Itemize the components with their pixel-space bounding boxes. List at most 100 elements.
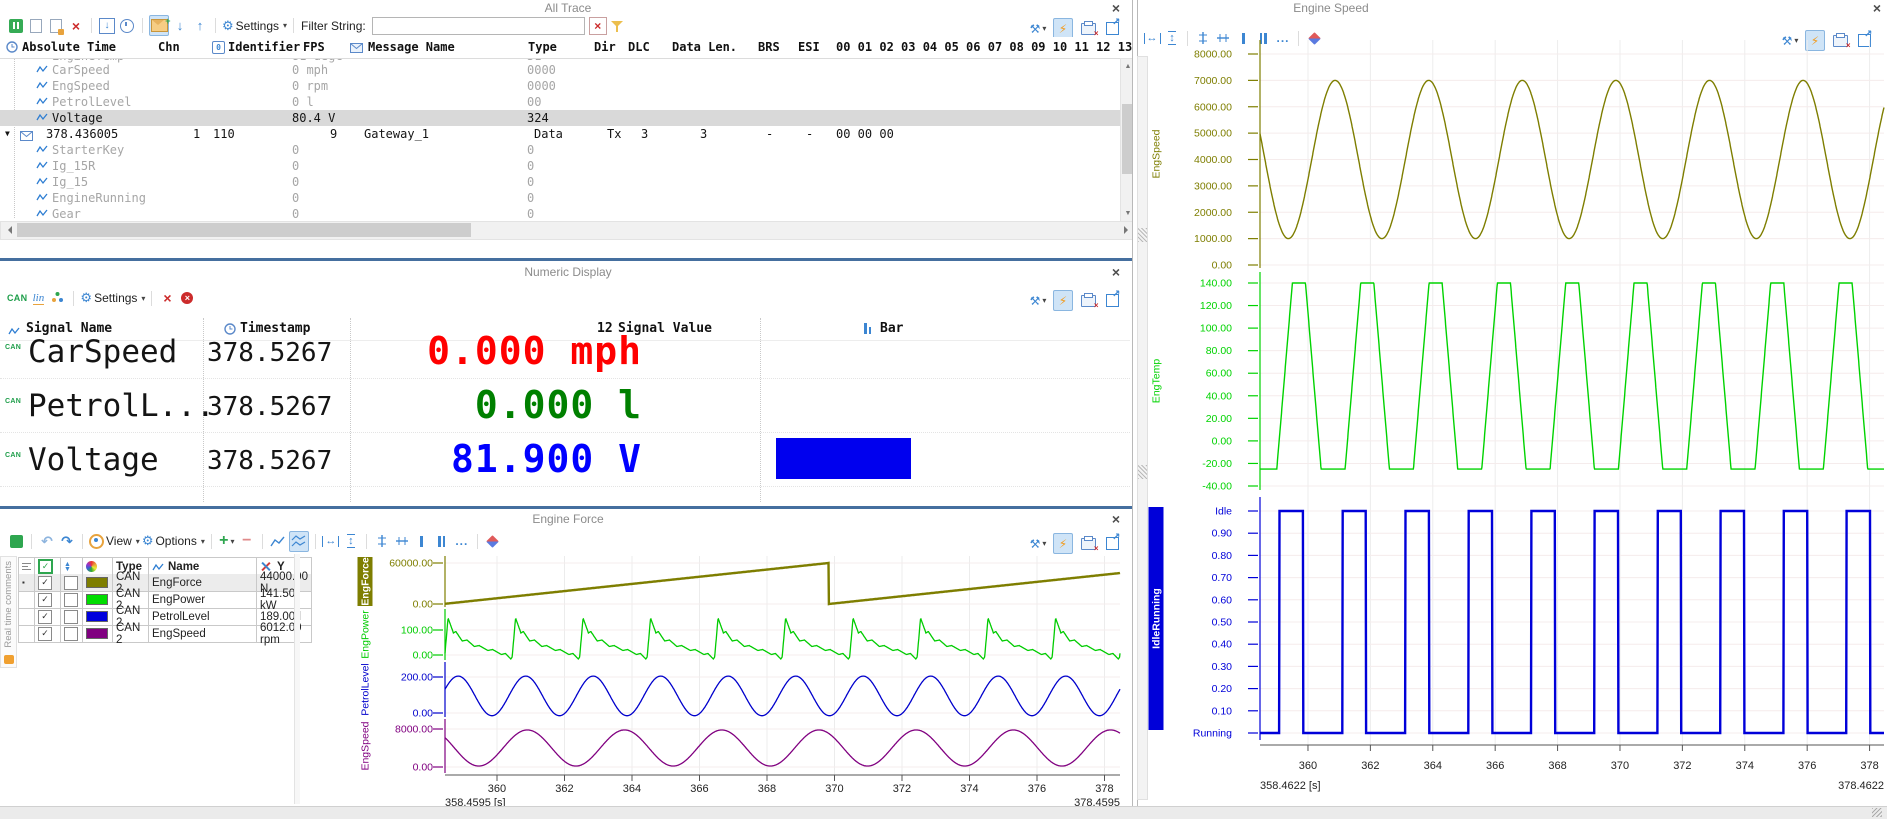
remove-all-icon: × (181, 292, 193, 304)
visible-checkbox[interactable]: ✓ (34, 574, 60, 591)
table-row[interactable]: Gear 0 0 (0, 206, 1120, 222)
horizontal-scrollbar[interactable] (0, 221, 1136, 240)
add-signal-button[interactable]: +▾ (218, 531, 236, 551)
can-filter-button[interactable]: CAN (7, 288, 27, 308)
column-identifier[interactable]: Identifier (228, 40, 300, 54)
current-row-marker (18, 625, 34, 642)
svg-text:0.40: 0.40 (1212, 639, 1233, 651)
lightning-icon: ⚡ (1059, 294, 1067, 308)
table-row[interactable]: PetrolLevel 0 l 00 (0, 94, 1120, 110)
sort-icon[interactable]: ▲▼ (60, 558, 82, 575)
table-row[interactable]: CarSpeed 0 mph 0000 (0, 62, 1120, 78)
tab-label: Real time comments (3, 561, 14, 648)
close-icon[interactable]: × (1108, 512, 1124, 526)
engine-speed-chart[interactable]: 8000.007000.006000.005000.004000.003000.… (1137, 30, 1887, 806)
expander-icon[interactable]: ▼ (5, 126, 10, 142)
signal-hex: 0 (527, 174, 534, 190)
color-wheel-icon[interactable] (82, 558, 112, 575)
settings-button[interactable]: ⚙ Settings ▾ (80, 288, 145, 308)
color-options-button[interactable] (49, 288, 67, 308)
svg-text:-40.00: -40.00 (1202, 481, 1232, 493)
signal-icon (36, 94, 48, 110)
color-swatch[interactable] (82, 574, 112, 591)
signal-value: 0 rpm (292, 78, 328, 94)
printer-icon: × (1081, 295, 1096, 307)
engine-force-chart[interactable]: 60000.000.00EngForce100.000.00EngPower20… (300, 540, 1136, 812)
column-bytes[interactable]: 00 01 02 03 04 05 06 07 08 09 10 11 12 1… (836, 40, 1132, 54)
single-axis-button[interactable] (269, 531, 287, 551)
svg-text:370: 370 (1611, 760, 1629, 772)
remove-button[interactable]: × (158, 288, 176, 308)
print-button[interactable]: × (1079, 291, 1097, 311)
detach-button[interactable]: ↗ (1103, 291, 1121, 311)
signal-name: PetrolLevel (52, 94, 131, 110)
column-name[interactable]: Name (148, 558, 256, 575)
tools-button[interactable]: ⚒▾ (1029, 291, 1047, 311)
measurement-button[interactable] (7, 531, 25, 551)
options-button[interactable]: ⚙ Options ▾ (142, 531, 205, 551)
clock-icon (6, 41, 18, 56)
resize-grip-icon[interactable] (1872, 808, 1882, 817)
column-data-len[interactable]: Data Len. (672, 40, 737, 54)
numeric-row[interactable]: CAN PetrolL... 378.5267 0.000 l (0, 378, 1130, 433)
column-dir[interactable]: Dir (594, 40, 616, 54)
column-chn[interactable]: Chn (158, 40, 180, 54)
numeric-row[interactable]: CAN CarSpeed 378.5267 0.000 mph (0, 324, 1130, 379)
close-icon[interactable]: × (1869, 1, 1885, 15)
visible-checkbox[interactable]: ✓ (34, 591, 60, 608)
svg-text:0.00: 0.00 (413, 708, 434, 720)
undo-button[interactable]: ↶ (38, 531, 56, 551)
current-row-marker (18, 591, 34, 608)
color-swatch[interactable] (82, 625, 112, 642)
column-type[interactable]: Type (528, 40, 557, 54)
table-row[interactable]: Ig_15R 0 0 (0, 158, 1120, 174)
measurement-icon (10, 535, 23, 548)
svg-text:Running: Running (1193, 728, 1232, 740)
table-row-message[interactable]: ▼ 378.436005 1 110 9 Gateway_1 Data Tx 3… (0, 126, 1120, 142)
remove-signal-button[interactable]: − (238, 531, 256, 551)
visible-checkbox[interactable]: ✓ (34, 625, 60, 642)
axis-checkbox[interactable] (60, 591, 82, 608)
view-button[interactable]: View ▾ (89, 531, 140, 551)
export-icon: ↗ (1106, 294, 1119, 307)
column-absolute-time[interactable]: Absolute Time (22, 40, 116, 54)
scroll-left-icon[interactable] (4, 226, 12, 234)
column-brs[interactable]: BRS (758, 40, 780, 54)
scrollbar-thumb[interactable] (17, 223, 471, 237)
redo-button[interactable]: ↷ (58, 531, 76, 551)
close-icon[interactable]: × (1108, 265, 1124, 279)
visible-all-checkbox[interactable]: ✓ (34, 558, 60, 575)
axis-checkbox[interactable] (60, 574, 82, 591)
visible-checkbox[interactable]: ✓ (34, 608, 60, 625)
gear-icon: ⚙ (142, 533, 154, 549)
svg-text:364: 364 (623, 783, 641, 795)
axis-checkbox[interactable] (60, 625, 82, 642)
legend-row[interactable]: ✓ CAN 2 EngPower 141.50 kW (18, 591, 312, 609)
signal-name: EngForce (148, 574, 256, 591)
column-fps[interactable]: FPS (303, 40, 325, 54)
numeric-row[interactable]: CAN Voltage 378.5267 81.900 V (0, 432, 1130, 487)
realtime-comments-tab[interactable]: Real time comments (0, 556, 17, 668)
color-swatch[interactable] (82, 608, 112, 625)
signal-icon (36, 174, 48, 190)
table-row-selected[interactable]: Voltage 80.4 V 324 (0, 110, 1120, 126)
svg-text:PetrolLevel: PetrolLevel (360, 663, 372, 716)
live-update-button[interactable]: ⚡ (1053, 290, 1073, 311)
scroll-right-icon[interactable] (1124, 226, 1132, 234)
legend-row[interactable]: ✓ CAN 2 EngSpeed 6012.00 rpm (18, 625, 312, 643)
svg-text:378: 378 (1095, 783, 1113, 795)
table-row[interactable]: Ig_15 0 0 (0, 174, 1120, 190)
column-esi[interactable]: ESI (798, 40, 820, 54)
numeric-display-panel: Numeric Display × CAN lin ⚙ Settings ▾ ×… (0, 261, 1136, 505)
signal-name: Gear (52, 206, 81, 222)
table-row[interactable]: EngSpeed 0 rpm 0000 (0, 78, 1120, 94)
table-row[interactable]: EngineRunning 0 0 (0, 190, 1120, 206)
column-dlc[interactable]: DLC (628, 40, 650, 54)
axis-checkbox[interactable] (60, 608, 82, 625)
value-bar (776, 438, 911, 479)
lin-filter-button[interactable]: lin (29, 288, 47, 308)
remove-all-button[interactable]: × (178, 288, 196, 308)
color-swatch[interactable] (82, 591, 112, 608)
column-message-name[interactable]: Message Name (368, 40, 455, 54)
table-row[interactable]: StarterKey 0 0 (0, 142, 1120, 158)
